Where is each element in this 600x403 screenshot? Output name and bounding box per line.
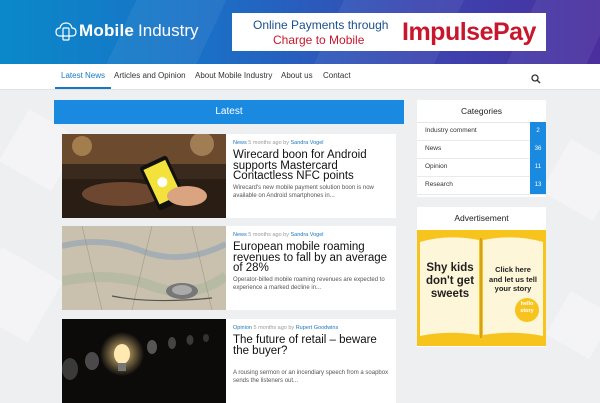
article-time: 5 months ago by bbox=[253, 325, 295, 331]
nav-about-us[interactable]: About us bbox=[275, 64, 319, 89]
site-header: Mobile Industry Online Payments through … bbox=[0, 0, 600, 64]
category-name[interactable]: Opinion bbox=[425, 158, 447, 176]
cloud-phone-icon bbox=[55, 20, 77, 42]
ad-right-line: and let us tell bbox=[489, 274, 537, 284]
article-category[interactable]: News bbox=[233, 232, 247, 238]
nav-articles-opinion[interactable]: Articles and Opinion bbox=[108, 64, 192, 89]
hello-story-ad[interactable]: Shy kids don't get sweets Click here and… bbox=[417, 230, 546, 346]
ad-left-text: Shy kids don't get sweets bbox=[422, 262, 478, 301]
article-title[interactable]: Wirecard boon for Android supports Maste… bbox=[233, 149, 393, 181]
article-meta: Opinion 5 months ago by Rupert Goodwins bbox=[233, 325, 338, 331]
article-meta: News 5 months ago by Sandra Vogel bbox=[233, 232, 324, 238]
banner-line-2: Charge to Mobile bbox=[273, 33, 365, 47]
category-item[interactable]: Opinion 11 bbox=[417, 158, 546, 177]
article-title[interactable]: The future of retail – beware the buyer? bbox=[233, 334, 393, 356]
hello-story-badge: hello story bbox=[515, 301, 539, 314]
nav-contact[interactable]: Contact bbox=[317, 64, 357, 89]
article-thumbnail-payment[interactable] bbox=[62, 134, 226, 218]
article-card[interactable]: Opinion 5 months ago by Rupert Goodwins … bbox=[62, 319, 396, 403]
article-card[interactable]: News 5 months ago by Sandra Vogel Wireca… bbox=[62, 134, 396, 218]
article-author[interactable]: Sandra Vogel bbox=[291, 140, 324, 146]
category-count: 13 bbox=[530, 176, 546, 194]
category-item[interactable]: News 36 bbox=[417, 140, 546, 159]
article-title[interactable]: European mobile roaming revenues to fall… bbox=[233, 241, 393, 273]
article-category[interactable]: Opinion bbox=[233, 325, 252, 331]
advertisement-title: Advertisement bbox=[454, 213, 509, 223]
nav-about-mobile-industry[interactable]: About Mobile Industry bbox=[189, 64, 278, 89]
main-nav: Latest News Articles and Opinion About M… bbox=[0, 64, 600, 90]
latest-section-title: Latest bbox=[54, 100, 404, 124]
category-name[interactable]: Industry comment bbox=[425, 122, 477, 140]
bg-tile bbox=[545, 290, 600, 360]
ad-right-line: your story bbox=[494, 284, 532, 293]
category-item[interactable]: Industry comment 2 bbox=[417, 122, 546, 141]
advertisement-widget: Advertisement Shy kids don't get sweets … bbox=[417, 207, 546, 347]
article-time: 5 months ago by bbox=[248, 140, 289, 146]
nav-latest-news[interactable]: Latest News bbox=[55, 64, 112, 89]
search-icon[interactable] bbox=[531, 71, 541, 84]
category-item[interactable]: Research 13 bbox=[417, 176, 546, 195]
article-category[interactable]: News bbox=[233, 140, 247, 146]
article-author[interactable]: Sandra Vogel bbox=[291, 232, 324, 238]
article-author[interactable]: Rupert Goodwins bbox=[296, 325, 339, 331]
article-thumbnail-map[interactable] bbox=[62, 226, 226, 310]
article-excerpt: Wirecard's new mobile payment solution b… bbox=[233, 185, 374, 199]
article-excerpt: Operator-billed mobile roaming revenues … bbox=[233, 277, 385, 291]
article-excerpt: A rousing sermon or an incendiary speech… bbox=[233, 370, 389, 384]
categories-widget: Categories Industry comment 2 News 36 Op… bbox=[417, 100, 546, 197]
article-card[interactable]: News 5 months ago by Sandra Vogel Europe… bbox=[62, 226, 396, 310]
banner-brand: ImpulsePay bbox=[402, 18, 536, 46]
category-count: 11 bbox=[530, 158, 546, 176]
ad-right-text: Click here and let us tell your story bbox=[484, 265, 542, 294]
category-name[interactable]: Research bbox=[425, 176, 453, 194]
article-meta: News 5 months ago by Sandra Vogel bbox=[233, 140, 324, 146]
categories-title: Categories bbox=[417, 100, 546, 123]
ad-left-line: Shy kids bbox=[426, 262, 474, 274]
logo-text-light: Industry bbox=[138, 21, 199, 40]
ad-left-line: sweets bbox=[430, 288, 470, 300]
badge-line: story bbox=[520, 307, 534, 314]
article-time: 5 months ago by bbox=[248, 232, 289, 238]
bg-tile bbox=[0, 247, 63, 343]
site-logo[interactable]: Mobile Industry bbox=[55, 20, 199, 42]
category-count: 36 bbox=[530, 140, 546, 158]
ad-left-line: don't get bbox=[425, 275, 475, 287]
ad-right-line: Click here bbox=[495, 265, 531, 274]
article-thumbnail-bulbs[interactable] bbox=[62, 319, 226, 403]
impulsepay-banner-ad[interactable]: Online Payments through Charge to Mobile… bbox=[232, 13, 546, 51]
banner-line-1: Online Payments through bbox=[253, 18, 389, 32]
bg-tile bbox=[541, 139, 600, 221]
category-count: 2 bbox=[530, 122, 546, 140]
category-name[interactable]: News bbox=[425, 140, 441, 158]
logo-text-bold: Mobile bbox=[79, 21, 135, 40]
